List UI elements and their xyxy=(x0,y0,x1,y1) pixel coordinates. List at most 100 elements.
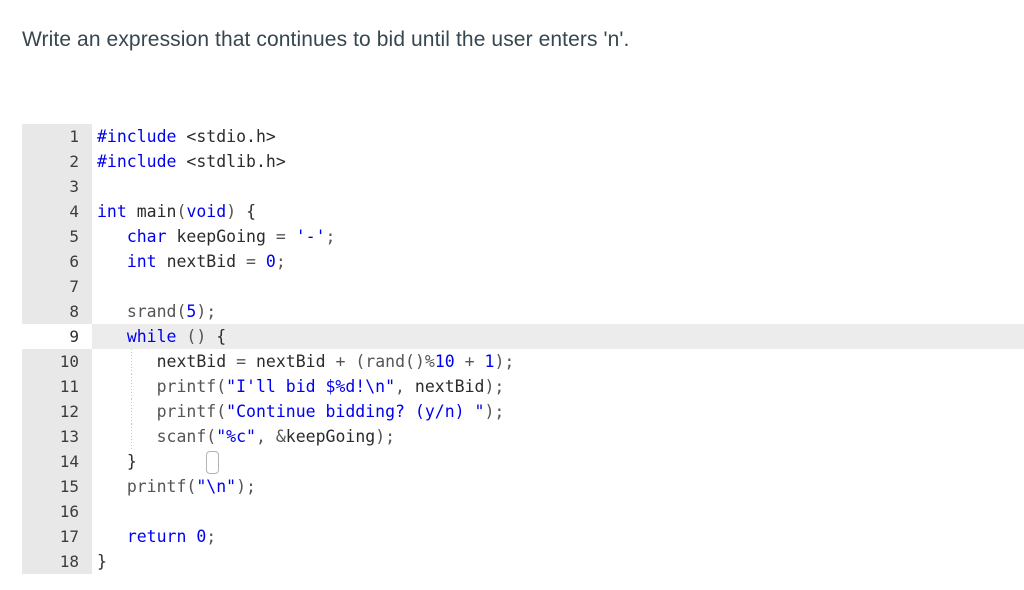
code-line-background xyxy=(92,499,1024,524)
code-token: "I'll bid $%d!\n" xyxy=(226,377,396,396)
code-token: int xyxy=(97,202,127,221)
code-token: nextBid xyxy=(166,252,237,271)
line-number[interactable]: 1 xyxy=(22,124,92,149)
code-line[interactable]: 14 } xyxy=(0,449,1024,474)
line-number[interactable]: 17 xyxy=(22,524,92,549)
code-line-text[interactable]: int main(void) { xyxy=(97,199,256,224)
line-number[interactable]: 5 xyxy=(22,224,92,249)
code-line[interactable]: 1 #include <stdio.h> xyxy=(0,124,1024,149)
code-line-text[interactable]: printf("Continue bidding? (y/n) "); xyxy=(97,399,505,424)
code-line-background xyxy=(92,449,1024,474)
line-number[interactable]: 6 xyxy=(22,249,92,274)
code-token: keepGoing xyxy=(285,427,376,446)
code-line-text[interactable]: return 0; xyxy=(97,524,216,549)
code-token: 0 xyxy=(196,527,207,546)
code-line-text[interactable]: printf("I'll bid $%d!\n", nextBid); xyxy=(97,374,505,399)
code-line-background xyxy=(92,174,1024,199)
code-token: ) xyxy=(484,377,495,396)
code-line[interactable]: 13 scanf("%c", &keepGoing); xyxy=(0,424,1024,449)
code-line-background xyxy=(92,549,1024,574)
line-number[interactable]: 16 xyxy=(22,499,92,524)
code-token: + xyxy=(335,352,346,371)
code-line[interactable]: 2 #include <stdlib.h> xyxy=(0,149,1024,174)
code-token: while xyxy=(126,327,177,346)
line-number[interactable]: 18 xyxy=(22,549,92,574)
line-number[interactable]: 7 xyxy=(22,274,92,299)
code-line-background xyxy=(92,524,1024,549)
code-line[interactable]: 3 xyxy=(0,174,1024,199)
code-token: <stdlib.h> xyxy=(186,152,286,171)
code-token: "\n" xyxy=(196,477,237,496)
code-line-list[interactable]: 1 #include <stdio.h> 2 #include <stdlib.h> 3… xyxy=(0,124,1024,574)
line-number[interactable]: 15 xyxy=(22,474,92,499)
code-line-text[interactable]: nextBid = nextBid + (rand()%10 + 1); xyxy=(97,349,515,374)
code-line-text[interactable]: char keepGoing = '-'; xyxy=(97,224,336,249)
code-token: 1 xyxy=(484,352,495,371)
code-line-text[interactable]: #include <stdlib.h> xyxy=(97,149,286,174)
code-token: { xyxy=(216,327,227,346)
code-line[interactable]: 17 return 0; xyxy=(0,524,1024,549)
code-line[interactable]: 12 printf("Continue bidding? (y/n) "); xyxy=(0,399,1024,424)
line-number[interactable]: 2 xyxy=(22,149,92,174)
line-number[interactable]: 8 xyxy=(22,299,92,324)
code-line-background xyxy=(92,324,1024,349)
code-token: 10 xyxy=(434,352,455,371)
code-line[interactable]: 15 printf("\n"); xyxy=(0,474,1024,499)
code-line[interactable]: 11 printf("I'll bid $%d!\n", nextBid); xyxy=(0,374,1024,399)
line-number[interactable]: 4 xyxy=(22,199,92,224)
code-token: "Continue bidding? (y/n) " xyxy=(226,402,485,421)
code-token: scanf xyxy=(156,427,207,446)
question-prompt: Write an expression that continues to bi… xyxy=(22,28,630,51)
line-number[interactable]: 12 xyxy=(22,399,92,424)
line-number[interactable]: 13 xyxy=(22,424,92,449)
code-line[interactable]: 5 char keepGoing = '-'; xyxy=(0,224,1024,249)
code-line[interactable]: 16 xyxy=(0,499,1024,524)
code-token: = xyxy=(275,227,286,246)
code-token: ) xyxy=(375,427,386,446)
code-line[interactable]: 4 int main(void) { xyxy=(0,199,1024,224)
code-editor[interactable]: 1 #include <stdio.h> 2 #include <stdlib.h> 3… xyxy=(0,124,1024,590)
line-number[interactable]: 10 xyxy=(22,349,92,374)
line-number[interactable]: 11 xyxy=(22,374,92,399)
code-line-text[interactable]: while () { xyxy=(97,324,226,349)
code-token: keepGoing xyxy=(176,227,266,246)
code-line-text[interactable]: int nextBid = 0; xyxy=(97,249,286,274)
code-line[interactable]: 6 int nextBid = 0; xyxy=(0,249,1024,274)
code-line-text[interactable]: srand(5); xyxy=(97,299,216,324)
line-number[interactable]: 3 xyxy=(22,174,92,199)
code-token: nextBid xyxy=(255,352,326,371)
code-line-text[interactable]: } xyxy=(97,449,137,474)
code-token: ) xyxy=(226,202,237,221)
code-line-text[interactable]: printf("\n"); xyxy=(97,474,256,499)
line-number[interactable]: 14 xyxy=(22,449,92,474)
code-line-text[interactable]: #include <stdio.h> xyxy=(97,124,276,149)
code-line[interactable]: 8 srand(5); xyxy=(0,299,1024,324)
code-token: , xyxy=(255,427,266,446)
code-token: ; xyxy=(504,352,515,371)
code-line[interactable]: 9 while () { xyxy=(0,324,1024,349)
code-line[interactable]: 7 xyxy=(0,274,1024,299)
code-token: ; xyxy=(494,377,505,396)
code-line[interactable]: 10 nextBid = nextBid + (rand()%10 + 1); xyxy=(0,349,1024,374)
line-number[interactable]: 9 xyxy=(22,324,92,349)
code-line-text[interactable]: scanf("%c", &keepGoing); xyxy=(97,424,395,449)
code-token: <stdio.h> xyxy=(186,127,276,146)
code-token: "%c" xyxy=(216,427,256,446)
code-line-text[interactable]: } xyxy=(97,549,107,574)
code-token: main xyxy=(136,202,177,221)
code-token: ; xyxy=(206,302,217,321)
code-line[interactable]: 18} xyxy=(0,549,1024,574)
code-token: ; xyxy=(325,227,336,246)
